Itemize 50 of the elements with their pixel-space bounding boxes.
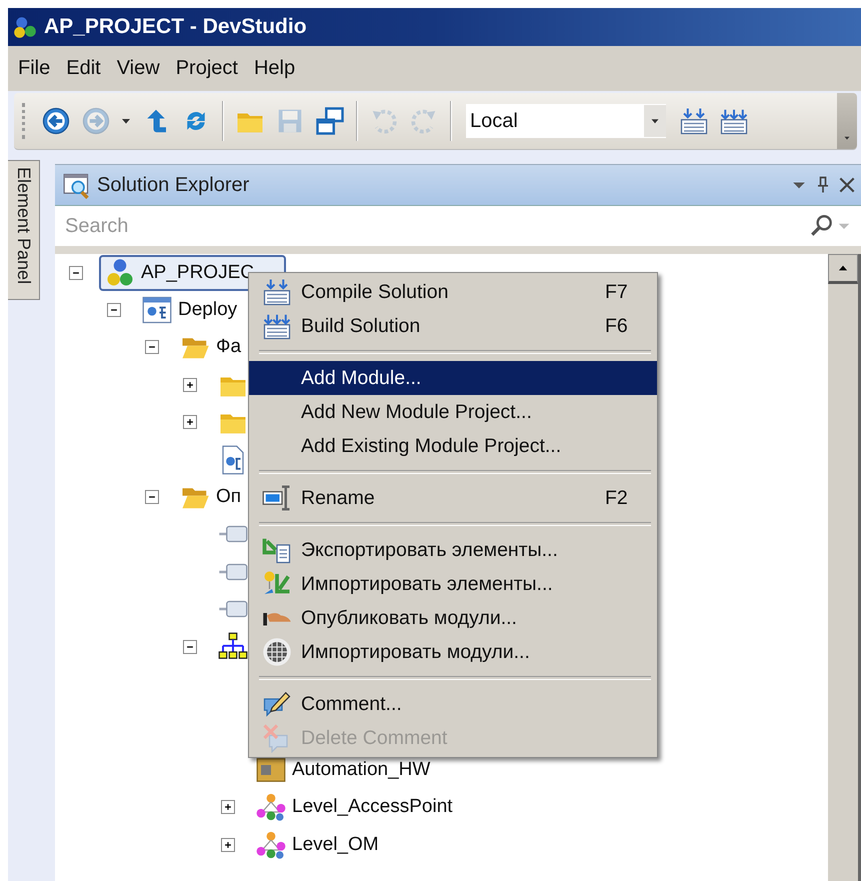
menu-entry[interactable]: Опубликовать модули... bbox=[249, 601, 657, 635]
menu-item[interactable]: View bbox=[108, 57, 168, 80]
menu-item[interactable]: File bbox=[10, 57, 58, 80]
hierarchy-icon bbox=[256, 792, 286, 822]
network-icon bbox=[218, 632, 248, 662]
hierarchy-icon bbox=[256, 830, 286, 860]
comment-icon bbox=[262, 689, 292, 719]
search-field[interactable]: Search bbox=[63, 214, 809, 238]
close-icon[interactable] bbox=[837, 175, 857, 195]
expand-box[interactable] bbox=[221, 838, 235, 852]
compile-icon bbox=[679, 106, 709, 136]
expand-box[interactable] bbox=[183, 378, 197, 392]
deployment-icon bbox=[142, 295, 172, 326]
menu-entry[interactable]: Импортировать модули... bbox=[249, 635, 657, 669]
compile-icon bbox=[262, 277, 292, 307]
menu-entry[interactable]: Comment... bbox=[249, 687, 657, 721]
element-panel-tab[interactable]: Element Panel bbox=[8, 160, 40, 300]
menu-entry[interactable]: Add Module... bbox=[249, 361, 657, 395]
menu-entry[interactable]: Add New Module Project... bbox=[249, 395, 657, 429]
rename-icon bbox=[262, 483, 292, 513]
menu-item[interactable]: Project bbox=[168, 57, 246, 80]
tree-item[interactable]: Automation_HW bbox=[292, 758, 430, 781]
tree-item[interactable]: Deploy bbox=[178, 299, 238, 322]
menu-item[interactable]: Help bbox=[246, 57, 304, 80]
tree-item[interactable]: Оп bbox=[216, 486, 242, 508]
tree-item[interactable]: Level_OM bbox=[292, 834, 379, 856]
scroll-up-button[interactable] bbox=[828, 254, 858, 284]
window-title: AP_PROJECT - DevStudio bbox=[44, 15, 307, 39]
collapse-box[interactable] bbox=[145, 490, 159, 504]
location-combo[interactable]: Local bbox=[466, 104, 666, 138]
menu-entry[interactable]: Экспортировать элементы... bbox=[249, 533, 657, 567]
magnifier-window-icon bbox=[63, 171, 91, 199]
expand-box[interactable] bbox=[221, 800, 235, 814]
expand-box[interactable] bbox=[183, 415, 197, 430]
collapse-box[interactable] bbox=[107, 303, 121, 318]
windows-icon bbox=[315, 106, 345, 136]
collapse-box[interactable] bbox=[145, 340, 159, 354]
collapse-box[interactable] bbox=[183, 640, 197, 654]
menu-entry[interactable]: Rename F2 bbox=[249, 481, 657, 515]
tree-item[interactable]: Фа bbox=[216, 336, 242, 358]
panel-title: Solution Explorer bbox=[97, 174, 250, 196]
menu-entry[interactable]: Add Existing Module Project... bbox=[249, 429, 657, 463]
menu-entry[interactable]: Build Solution F6 bbox=[249, 309, 657, 343]
vertical-scrollbar[interactable] bbox=[828, 254, 861, 881]
toolbar-grip[interactable] bbox=[22, 103, 28, 139]
collapse-box[interactable] bbox=[69, 266, 83, 280]
menu-item[interactable]: Edit bbox=[58, 57, 109, 80]
globe-icon bbox=[262, 637, 292, 667]
tree-item[interactable]: Level_AccessPoint bbox=[292, 796, 453, 818]
menu-entry[interactable]: Импортировать элементы... bbox=[249, 567, 657, 601]
